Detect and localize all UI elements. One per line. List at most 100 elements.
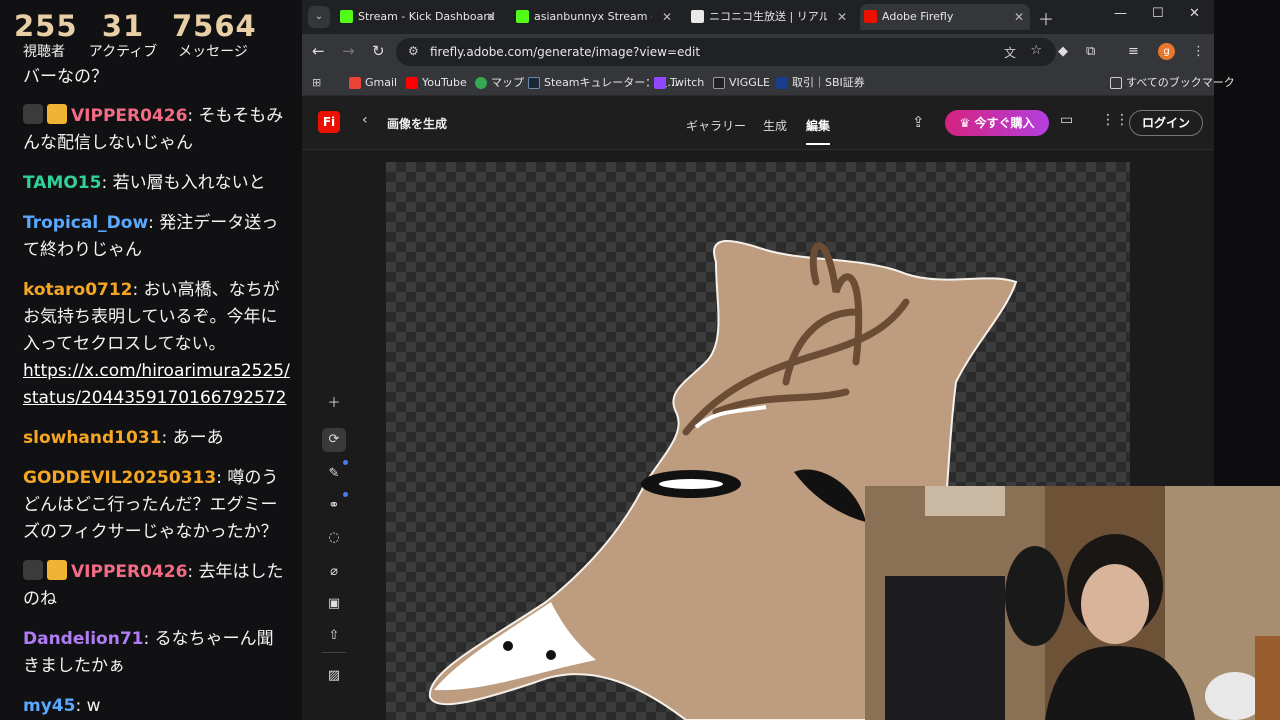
- folder-icon: [1110, 77, 1122, 89]
- tab-title: Stream - Kick Dashboard: [358, 10, 495, 23]
- tab-niconico[interactable]: ニコニコ生放送 | リアルタイム ✕: [687, 4, 853, 30]
- back-icon[interactable]: ←: [312, 42, 325, 60]
- tab-title: asianbunnyx Stream - Wat: [534, 10, 652, 23]
- bookmark-sbi[interactable]: 取引｜SBI証券: [776, 70, 865, 96]
- adjust-icon[interactable]: ⚭: [322, 492, 348, 518]
- puzzle-icon[interactable]: ⧉: [1086, 44, 1095, 59]
- crown-icon: ♛: [959, 116, 975, 130]
- reload-icon[interactable]: ↻: [372, 42, 385, 60]
- media-icon[interactable]: ≡: [1128, 44, 1139, 59]
- chat-username[interactable]: my45: [23, 696, 75, 716]
- new-indicator: [343, 460, 348, 465]
- remove-background-icon[interactable]: ⌀: [322, 560, 346, 584]
- chat-username[interactable]: VIPPER0426: [71, 106, 187, 126]
- star-icon[interactable]: ☆: [1030, 43, 1042, 58]
- tab-adobe-firefly[interactable]: Adobe Firefly ✕: [860, 4, 1030, 30]
- address-bar-row: ← → ↻ ⚙ firefly.adobe.com/generate/image…: [302, 34, 1214, 70]
- nav-edit[interactable]: 編集: [806, 117, 831, 145]
- tab-asianbunnyx[interactable]: asianbunnyx Stream - Wat ✕: [512, 4, 678, 30]
- share-icon[interactable]: ⇪: [912, 113, 925, 131]
- close-icon[interactable]: ✕: [837, 4, 847, 30]
- tab-kick-dashboard[interactable]: Stream - Kick Dashboard ✕: [336, 4, 502, 30]
- apps-icon[interactable]: ⊞: [312, 70, 321, 96]
- close-icon[interactable]: ✕: [662, 4, 672, 30]
- firefly-logo[interactable]: Fi: [318, 111, 340, 133]
- firefly-icon: [864, 10, 877, 23]
- webcam-overlay: [865, 486, 1280, 720]
- chat-username[interactable]: GODDEVIL20250313: [23, 468, 216, 488]
- maps-icon: [475, 77, 487, 89]
- chat-username[interactable]: Tropical_Dow: [23, 213, 148, 233]
- maximize-icon[interactable]: ☐: [1152, 6, 1164, 21]
- tab-title: Adobe Firefly: [882, 10, 954, 23]
- all-bookmarks[interactable]: すべてのブックマーク: [1110, 70, 1235, 96]
- menu-icon[interactable]: ⋮: [1192, 44, 1205, 59]
- bookmark-twitch[interactable]: Twitch: [654, 70, 704, 96]
- translate-icon[interactable]: 文: [1004, 44, 1016, 61]
- kick-icon: [516, 10, 529, 23]
- bookmark-label: マップ: [491, 76, 524, 89]
- tab-search-button[interactable]: ⌄: [308, 6, 330, 28]
- chat-username[interactable]: Dandelion71: [23, 629, 143, 649]
- buy-now-button[interactable]: ♛ 今すぐ購入: [945, 110, 1049, 136]
- bookmarks-bar: ⊞ Gmail YouTube マップ Steamキュレーター：収... Twi…: [302, 70, 1235, 96]
- chat-link[interactable]: https://x.com/hiroarimura2525/status/204…: [23, 361, 290, 408]
- chat-message-list: バーなの？ VIPPER0426: そもそもみんな配信しないじゃん TAMO15:…: [0, 64, 302, 720]
- bookmark-gmail[interactable]: Gmail: [349, 70, 397, 96]
- chat-message: Tropical_Dow: 発注データ送って終わりじゃん: [0, 210, 302, 264]
- active-count-label: アクティブ: [88, 44, 158, 60]
- chat-text: : あーあ: [161, 428, 224, 448]
- bookmark-viggle[interactable]: VIGGLE: [713, 70, 770, 96]
- extension-icon[interactable]: ◆: [1058, 44, 1068, 59]
- bookmark-label: VIGGLE: [729, 76, 770, 89]
- url-text[interactable]: firefly.adobe.com/generate/image?view=ed…: [430, 38, 700, 66]
- steam-icon: [528, 77, 540, 89]
- new-indicator: [343, 492, 348, 497]
- chat-message-partial: バーなの？: [23, 67, 108, 87]
- close-window-icon[interactable]: ✕: [1189, 6, 1200, 21]
- profile-avatar[interactable]: g: [1158, 43, 1175, 60]
- chat-text: : 若い層も入れないと: [101, 173, 266, 193]
- apps-grid-icon[interactable]: ⋮⋮: [1101, 112, 1129, 128]
- page-title: 画像を生成: [387, 117, 448, 131]
- chat-message: Dandelion71: るなちゃーん聞きましたかぁ: [0, 626, 302, 680]
- brush-icon[interactable]: ✎: [322, 460, 348, 486]
- expand-icon[interactable]: ◌: [322, 526, 346, 550]
- bookmark-label: 取引｜SBI証券: [792, 76, 865, 89]
- nav-generate[interactable]: 生成: [763, 117, 787, 134]
- resize-icon[interactable]: ▣: [322, 592, 346, 616]
- chat-text: : w: [75, 696, 101, 716]
- youtube-icon: [406, 77, 418, 89]
- new-tab-button[interactable]: ＋: [1038, 6, 1054, 30]
- viewer-count: 255 視聴者: [14, 8, 77, 60]
- bookmark-youtube[interactable]: YouTube: [406, 70, 467, 96]
- back-chevron-icon[interactable]: ‹: [362, 112, 368, 128]
- close-icon[interactable]: ✕: [486, 4, 496, 30]
- chat-icon[interactable]: ▭: [1060, 112, 1073, 128]
- niconico-icon: [691, 10, 704, 23]
- generative-fill-icon[interactable]: ⟳: [322, 428, 346, 452]
- minimize-icon[interactable]: —: [1114, 6, 1127, 21]
- sbi-icon: [776, 77, 788, 89]
- tab-strip: ⌄ Stream - Kick Dashboard ✕ asianbunnyx …: [302, 0, 1214, 34]
- chat-username[interactable]: slowhand1031: [23, 428, 162, 448]
- forward-icon[interactable]: →: [342, 42, 355, 60]
- chat-message: my45: w: [0, 693, 302, 720]
- add-icon[interactable]: ＋: [322, 392, 346, 416]
- chat-message: VIPPER0426: 去年はしたのね: [0, 559, 302, 613]
- chat-username[interactable]: TAMO15: [23, 173, 101, 193]
- site-settings-icon[interactable]: ⚙: [408, 44, 419, 58]
- omnibox[interactable]: ⚙ firefly.adobe.com/generate/image?view=…: [396, 38, 1056, 66]
- chat-message: VIPPER0426: そもそもみんな配信しないじゃん: [0, 103, 302, 157]
- nav-gallery[interactable]: ギャラリー: [686, 117, 746, 134]
- login-button[interactable]: ログイン: [1129, 110, 1203, 136]
- image-icon[interactable]: ▨: [322, 664, 346, 688]
- chat-username[interactable]: VIPPER0426: [71, 562, 187, 582]
- bookmark-label: Gmail: [365, 76, 398, 89]
- bookmark-maps[interactable]: マップ: [475, 70, 524, 96]
- gift-icon: [47, 104, 67, 124]
- viggle-icon: [713, 77, 725, 89]
- chat-username[interactable]: kotaro0712: [23, 280, 133, 300]
- close-icon[interactable]: ✕: [1014, 4, 1024, 30]
- upscale-icon[interactable]: ⇧: [322, 624, 346, 648]
